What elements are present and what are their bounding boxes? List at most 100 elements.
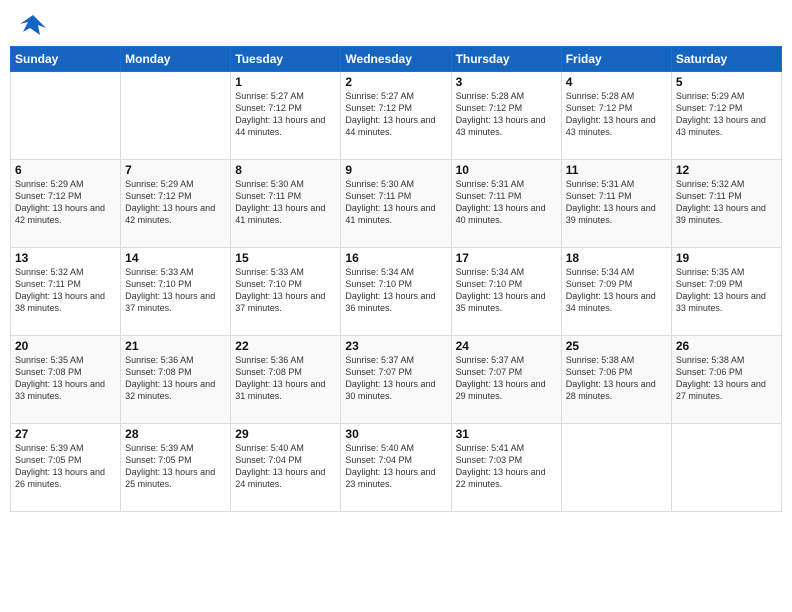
day-number: 17 [456, 251, 557, 265]
calendar-cell: 12Sunrise: 5:32 AM Sunset: 7:11 PM Dayli… [671, 160, 781, 248]
calendar-week-4: 20Sunrise: 5:35 AM Sunset: 7:08 PM Dayli… [11, 336, 782, 424]
calendar-cell: 14Sunrise: 5:33 AM Sunset: 7:10 PM Dayli… [121, 248, 231, 336]
day-number: 30 [345, 427, 446, 441]
day-info: Sunrise: 5:35 AM Sunset: 7:09 PM Dayligh… [676, 266, 777, 315]
day-info: Sunrise: 5:40 AM Sunset: 7:04 PM Dayligh… [235, 442, 336, 491]
calendar-cell [671, 424, 781, 512]
day-number: 24 [456, 339, 557, 353]
calendar-cell: 25Sunrise: 5:38 AM Sunset: 7:06 PM Dayli… [561, 336, 671, 424]
logo-bird-icon [18, 10, 48, 40]
day-number: 23 [345, 339, 446, 353]
calendar-cell: 26Sunrise: 5:38 AM Sunset: 7:06 PM Dayli… [671, 336, 781, 424]
day-info: Sunrise: 5:36 AM Sunset: 7:08 PM Dayligh… [235, 354, 336, 403]
day-info: Sunrise: 5:39 AM Sunset: 7:05 PM Dayligh… [15, 442, 116, 491]
weekday-header-friday: Friday [561, 47, 671, 72]
day-info: Sunrise: 5:39 AM Sunset: 7:05 PM Dayligh… [125, 442, 226, 491]
calendar-cell: 23Sunrise: 5:37 AM Sunset: 7:07 PM Dayli… [341, 336, 451, 424]
day-info: Sunrise: 5:41 AM Sunset: 7:03 PM Dayligh… [456, 442, 557, 491]
weekday-header-saturday: Saturday [671, 47, 781, 72]
calendar-cell: 2Sunrise: 5:27 AM Sunset: 7:12 PM Daylig… [341, 72, 451, 160]
day-number: 16 [345, 251, 446, 265]
calendar-cell: 18Sunrise: 5:34 AM Sunset: 7:09 PM Dayli… [561, 248, 671, 336]
weekday-header-thursday: Thursday [451, 47, 561, 72]
day-info: Sunrise: 5:27 AM Sunset: 7:12 PM Dayligh… [235, 90, 336, 139]
day-info: Sunrise: 5:31 AM Sunset: 7:11 PM Dayligh… [566, 178, 667, 227]
day-number: 4 [566, 75, 667, 89]
day-number: 18 [566, 251, 667, 265]
day-number: 1 [235, 75, 336, 89]
calendar-week-5: 27Sunrise: 5:39 AM Sunset: 7:05 PM Dayli… [11, 424, 782, 512]
day-number: 12 [676, 163, 777, 177]
calendar-week-2: 6Sunrise: 5:29 AM Sunset: 7:12 PM Daylig… [11, 160, 782, 248]
calendar-cell: 1Sunrise: 5:27 AM Sunset: 7:12 PM Daylig… [231, 72, 341, 160]
calendar-cell: 10Sunrise: 5:31 AM Sunset: 7:11 PM Dayli… [451, 160, 561, 248]
calendar-week-1: 1Sunrise: 5:27 AM Sunset: 7:12 PM Daylig… [11, 72, 782, 160]
day-info: Sunrise: 5:34 AM Sunset: 7:10 PM Dayligh… [456, 266, 557, 315]
weekday-header-sunday: Sunday [11, 47, 121, 72]
day-info: Sunrise: 5:32 AM Sunset: 7:11 PM Dayligh… [15, 266, 116, 315]
day-number: 2 [345, 75, 446, 89]
day-number: 6 [15, 163, 116, 177]
calendar-cell: 27Sunrise: 5:39 AM Sunset: 7:05 PM Dayli… [11, 424, 121, 512]
calendar-cell: 5Sunrise: 5:29 AM Sunset: 7:12 PM Daylig… [671, 72, 781, 160]
day-info: Sunrise: 5:29 AM Sunset: 7:12 PM Dayligh… [676, 90, 777, 139]
calendar-cell: 15Sunrise: 5:33 AM Sunset: 7:10 PM Dayli… [231, 248, 341, 336]
day-number: 26 [676, 339, 777, 353]
day-number: 31 [456, 427, 557, 441]
day-info: Sunrise: 5:38 AM Sunset: 7:06 PM Dayligh… [566, 354, 667, 403]
calendar-cell: 13Sunrise: 5:32 AM Sunset: 7:11 PM Dayli… [11, 248, 121, 336]
day-number: 29 [235, 427, 336, 441]
day-info: Sunrise: 5:28 AM Sunset: 7:12 PM Dayligh… [456, 90, 557, 139]
day-info: Sunrise: 5:31 AM Sunset: 7:11 PM Dayligh… [456, 178, 557, 227]
day-number: 22 [235, 339, 336, 353]
day-info: Sunrise: 5:34 AM Sunset: 7:10 PM Dayligh… [345, 266, 446, 315]
calendar-cell [121, 72, 231, 160]
weekday-header-tuesday: Tuesday [231, 47, 341, 72]
day-number: 7 [125, 163, 226, 177]
day-info: Sunrise: 5:27 AM Sunset: 7:12 PM Dayligh… [345, 90, 446, 139]
calendar-table: SundayMondayTuesdayWednesdayThursdayFrid… [10, 46, 782, 512]
day-info: Sunrise: 5:33 AM Sunset: 7:10 PM Dayligh… [125, 266, 226, 315]
weekday-header-wednesday: Wednesday [341, 47, 451, 72]
day-info: Sunrise: 5:35 AM Sunset: 7:08 PM Dayligh… [15, 354, 116, 403]
day-number: 21 [125, 339, 226, 353]
calendar-week-3: 13Sunrise: 5:32 AM Sunset: 7:11 PM Dayli… [11, 248, 782, 336]
day-number: 11 [566, 163, 667, 177]
day-number: 27 [15, 427, 116, 441]
calendar-cell: 6Sunrise: 5:29 AM Sunset: 7:12 PM Daylig… [11, 160, 121, 248]
day-info: Sunrise: 5:37 AM Sunset: 7:07 PM Dayligh… [345, 354, 446, 403]
weekday-header-row: SundayMondayTuesdayWednesdayThursdayFrid… [11, 47, 782, 72]
day-number: 9 [345, 163, 446, 177]
calendar-cell: 4Sunrise: 5:28 AM Sunset: 7:12 PM Daylig… [561, 72, 671, 160]
day-info: Sunrise: 5:29 AM Sunset: 7:12 PM Dayligh… [15, 178, 116, 227]
day-info: Sunrise: 5:28 AM Sunset: 7:12 PM Dayligh… [566, 90, 667, 139]
day-info: Sunrise: 5:33 AM Sunset: 7:10 PM Dayligh… [235, 266, 336, 315]
day-info: Sunrise: 5:37 AM Sunset: 7:07 PM Dayligh… [456, 354, 557, 403]
day-info: Sunrise: 5:40 AM Sunset: 7:04 PM Dayligh… [345, 442, 446, 491]
calendar-cell: 21Sunrise: 5:36 AM Sunset: 7:08 PM Dayli… [121, 336, 231, 424]
logo [14, 10, 48, 40]
day-number: 15 [235, 251, 336, 265]
calendar-cell: 29Sunrise: 5:40 AM Sunset: 7:04 PM Dayli… [231, 424, 341, 512]
day-number: 20 [15, 339, 116, 353]
day-info: Sunrise: 5:30 AM Sunset: 7:11 PM Dayligh… [235, 178, 336, 227]
day-number: 10 [456, 163, 557, 177]
page-header [10, 10, 782, 40]
day-info: Sunrise: 5:29 AM Sunset: 7:12 PM Dayligh… [125, 178, 226, 227]
day-number: 3 [456, 75, 557, 89]
calendar-cell [11, 72, 121, 160]
calendar-cell: 22Sunrise: 5:36 AM Sunset: 7:08 PM Dayli… [231, 336, 341, 424]
calendar-cell: 11Sunrise: 5:31 AM Sunset: 7:11 PM Dayli… [561, 160, 671, 248]
calendar-cell [561, 424, 671, 512]
day-info: Sunrise: 5:34 AM Sunset: 7:09 PM Dayligh… [566, 266, 667, 315]
calendar-cell: 28Sunrise: 5:39 AM Sunset: 7:05 PM Dayli… [121, 424, 231, 512]
day-number: 25 [566, 339, 667, 353]
day-number: 5 [676, 75, 777, 89]
calendar-cell: 16Sunrise: 5:34 AM Sunset: 7:10 PM Dayli… [341, 248, 451, 336]
calendar-cell: 8Sunrise: 5:30 AM Sunset: 7:11 PM Daylig… [231, 160, 341, 248]
day-number: 19 [676, 251, 777, 265]
calendar-cell: 30Sunrise: 5:40 AM Sunset: 7:04 PM Dayli… [341, 424, 451, 512]
day-info: Sunrise: 5:32 AM Sunset: 7:11 PM Dayligh… [676, 178, 777, 227]
day-number: 28 [125, 427, 226, 441]
day-info: Sunrise: 5:36 AM Sunset: 7:08 PM Dayligh… [125, 354, 226, 403]
